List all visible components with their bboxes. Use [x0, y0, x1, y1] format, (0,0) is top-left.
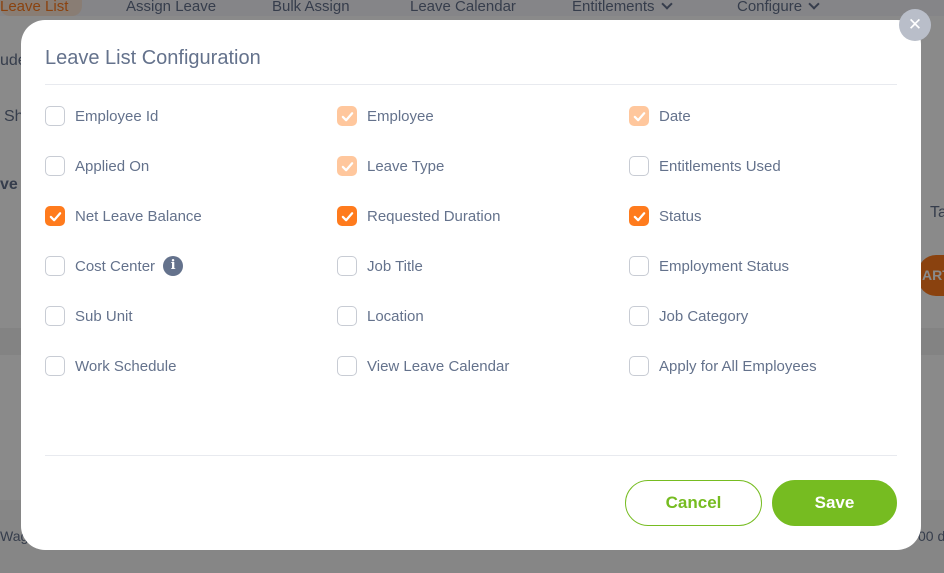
title-divider	[45, 84, 897, 85]
check-icon	[341, 161, 353, 171]
option-label: Location	[367, 307, 424, 325]
checkbox[interactable]	[337, 206, 357, 226]
option-label: Leave Type	[367, 157, 445, 175]
option-sub-unit[interactable]: Sub Unit	[45, 305, 133, 327]
checkbox[interactable]	[337, 356, 357, 376]
option-date: Date	[629, 105, 691, 127]
option-net-leave-balance[interactable]: Net Leave Balance	[45, 205, 202, 227]
option-job-category[interactable]: Job Category	[629, 305, 748, 327]
option-label: Employment Status	[659, 257, 790, 275]
close-icon[interactable]: ✕	[899, 9, 931, 41]
option-apply-for-all-employees[interactable]: Apply for All Employees	[629, 355, 817, 377]
check-icon	[49, 211, 61, 221]
info-icon[interactable]: i	[163, 256, 184, 276]
checkbox[interactable]	[629, 156, 649, 176]
option-requested-duration[interactable]: Requested Duration	[337, 205, 500, 227]
option-label: View Leave Calendar	[367, 357, 510, 375]
option-location[interactable]: Location	[337, 305, 424, 327]
check-icon	[633, 111, 645, 121]
option-entitlements-used[interactable]: Entitlements Used	[629, 155, 781, 177]
checkbox[interactable]	[337, 306, 357, 326]
check-icon	[633, 211, 645, 221]
checkbox[interactable]	[45, 306, 65, 326]
leave-list-configuration-dialog: Leave List Configuration Employee Id Empl…	[21, 20, 921, 550]
option-label: Net Leave Balance	[75, 207, 202, 225]
save-button[interactable]: Save	[772, 480, 897, 526]
option-work-schedule[interactable]: Work Schedule	[45, 355, 176, 377]
option-label: Employee	[367, 107, 434, 125]
checkbox[interactable]	[629, 206, 649, 226]
option-label: Date	[659, 107, 691, 125]
checkbox[interactable]	[629, 356, 649, 376]
option-view-leave-calendar[interactable]: View Leave Calendar	[337, 355, 509, 377]
option-label: Requested Duration	[367, 207, 501, 225]
checkbox[interactable]	[45, 356, 65, 376]
option-cost-center[interactable]: Cost Center i	[45, 255, 184, 277]
checkbox[interactable]	[45, 256, 65, 276]
option-label: Entitlements Used	[659, 157, 781, 175]
option-label: Job Title	[367, 257, 423, 275]
option-label: Apply for All Employees	[659, 357, 817, 375]
checkbox[interactable]	[629, 256, 649, 276]
option-label: Sub Unit	[75, 307, 133, 325]
checkbox[interactable]	[337, 256, 357, 276]
check-icon	[341, 111, 353, 121]
option-leave-type: Leave Type	[337, 155, 444, 177]
checkbox	[337, 106, 357, 126]
checkbox[interactable]	[45, 156, 65, 176]
option-employee-id[interactable]: Employee Id	[45, 105, 158, 127]
cancel-button[interactable]: Cancel	[625, 480, 762, 526]
option-label: Status	[659, 207, 702, 225]
option-employment-status[interactable]: Employment Status	[629, 255, 789, 277]
checkbox[interactable]	[45, 106, 65, 126]
option-label: Applied On	[75, 157, 150, 175]
footer-divider	[45, 455, 897, 456]
option-employee: Employee	[337, 105, 434, 127]
option-label: Cost Center	[75, 257, 156, 275]
check-icon	[341, 211, 353, 221]
option-applied-on[interactable]: Applied On	[45, 155, 149, 177]
option-label: Work Schedule	[75, 357, 177, 375]
checkbox[interactable]	[629, 306, 649, 326]
option-job-title[interactable]: Job Title	[337, 255, 423, 277]
option-label: Employee Id	[75, 107, 159, 125]
option-label: Job Category	[659, 307, 749, 325]
dialog-title: Leave List Configuration	[45, 47, 261, 69]
checkbox	[629, 106, 649, 126]
checkbox	[337, 156, 357, 176]
option-status[interactable]: Status	[629, 205, 702, 227]
checkbox[interactable]	[45, 206, 65, 226]
